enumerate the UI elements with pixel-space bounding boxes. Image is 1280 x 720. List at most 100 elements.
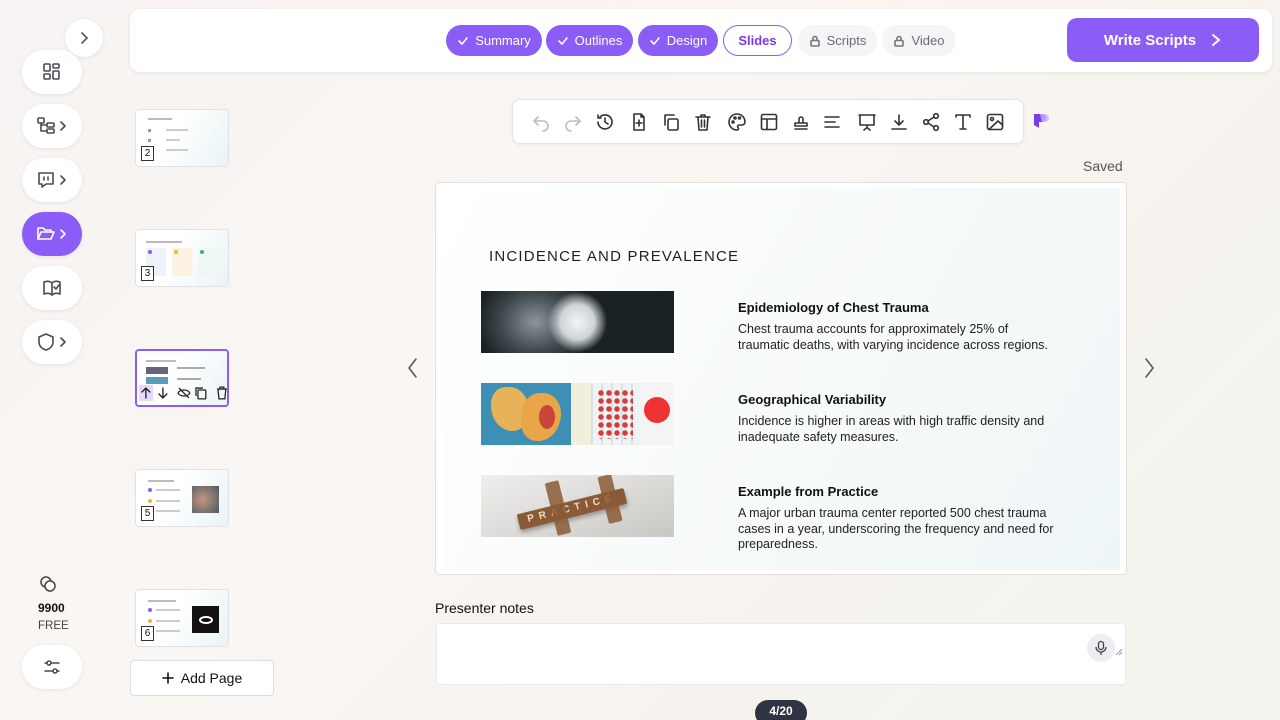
check-icon [458, 36, 468, 45]
step-scripts[interactable]: Scripts [798, 25, 877, 56]
chevron-right-icon [81, 32, 89, 44]
presenter-notes-input[interactable] [436, 623, 1126, 685]
practice-tiles-image[interactable]: PRACTICE [481, 475, 674, 537]
undo-button[interactable] [530, 111, 552, 133]
check-icon [649, 36, 660, 45]
layout-icon [760, 113, 778, 131]
chevron-right-icon [1212, 34, 1221, 46]
align-button[interactable] [821, 111, 843, 133]
chevron-right-icon [60, 175, 66, 185]
move-up-icon[interactable] [139, 385, 153, 401]
page-indicator: 4/20 [755, 700, 807, 720]
brand-logo-icon [1030, 111, 1050, 131]
collapse-sidebar-button[interactable] [65, 19, 103, 57]
rail-settings-button[interactable] [22, 645, 82, 689]
slide-title[interactable]: INCIDENCE AND PREVALENCE [489, 248, 739, 265]
thumbnail-number: 2 [141, 146, 154, 161]
plus-icon [161, 672, 174, 684]
lock-icon [809, 35, 820, 47]
file-plus-icon [633, 113, 645, 131]
slide-thumbnail-4[interactable] [135, 349, 229, 407]
lock-icon [894, 35, 905, 47]
stamp-icon [794, 116, 808, 130]
prev-slide-button[interactable] [405, 356, 421, 380]
align-left-icon [824, 116, 840, 128]
slide-thumbnail-5[interactable]: 5 [135, 469, 229, 527]
step-slides[interactable]: Slides [723, 25, 792, 56]
step-outlines[interactable]: Outlines [546, 25, 633, 56]
chevron-right-icon [1145, 358, 1154, 378]
download-icon [891, 114, 907, 130]
theme-button[interactable] [726, 111, 748, 133]
history-button[interactable] [594, 111, 616, 133]
image-icon [986, 113, 1004, 131]
slide-thumbnail-6[interactable]: 6 [135, 589, 229, 647]
slide-thumbnail-3[interactable]: 3 [135, 229, 229, 287]
book-check-icon [43, 280, 61, 296]
step-design[interactable]: Design [638, 25, 718, 56]
slide-canvas[interactable]: INCIDENCE AND PREVALENCE PRACTICE Epidem… [435, 182, 1127, 575]
chevron-right-icon [60, 229, 66, 239]
share-button[interactable] [920, 111, 942, 133]
trash-icon [695, 114, 711, 131]
redo-icon [565, 116, 581, 132]
chest-xray-image[interactable] [481, 291, 674, 353]
duplicate-icon[interactable] [194, 385, 208, 401]
top-bar: Summary Outlines Design Slides Scripts V… [130, 9, 1272, 72]
step-video[interactable]: Video [882, 25, 956, 56]
rail-shield-button[interactable] [22, 320, 82, 364]
dashboard-icon [43, 63, 60, 80]
thumbnail-number: 5 [141, 506, 154, 521]
item-heading[interactable]: Epidemiology of Chest Trauma [738, 300, 929, 315]
rail-chat-button[interactable] [22, 158, 82, 202]
credits-value: 9900 [38, 601, 65, 615]
resize-handle-icon[interactable] [1115, 648, 1123, 656]
thumbnail-number: 6 [141, 626, 154, 641]
folder-open-icon [37, 227, 55, 240]
write-scripts-button[interactable]: Write Scripts [1067, 18, 1259, 62]
hide-icon[interactable] [176, 385, 192, 401]
share-icon [922, 112, 940, 132]
delete-slide-button[interactable] [692, 111, 714, 133]
item-body[interactable]: Incidence is higher in areas with high t… [738, 414, 1058, 445]
item-heading[interactable]: Example from Practice [738, 484, 878, 499]
voice-input-button[interactable] [1087, 634, 1115, 662]
rail-book-button[interactable] [22, 266, 82, 310]
copy-slide-button[interactable] [660, 111, 682, 133]
history-icon [597, 114, 613, 130]
next-slide-button[interactable] [1141, 356, 1157, 380]
move-down-icon[interactable] [156, 385, 170, 401]
new-slide-button[interactable] [628, 111, 650, 133]
layout-button[interactable] [758, 111, 780, 133]
item-body[interactable]: Chest trauma accounts for approximately … [738, 322, 1058, 353]
microphone-icon [1095, 640, 1107, 655]
plan-label: FREE [38, 620, 69, 632]
palette-icon [728, 113, 746, 131]
download-button[interactable] [888, 111, 910, 133]
step-summary[interactable]: Summary [446, 25, 542, 56]
rail-dashboard-button[interactable] [22, 50, 82, 94]
chat-icon [38, 172, 54, 188]
rail-files-button[interactable] [22, 212, 82, 256]
text-icon [955, 114, 971, 130]
world-map-image[interactable] [481, 383, 674, 445]
item-heading[interactable]: Geographical Variability [738, 392, 886, 407]
shield-icon [38, 333, 54, 351]
chevron-left-icon [408, 358, 417, 378]
item-body[interactable]: A major urban trauma center reported 500… [738, 506, 1058, 553]
text-button[interactable] [952, 111, 974, 133]
stamp-button[interactable] [790, 111, 812, 133]
image-button[interactable] [984, 111, 1006, 133]
coins-icon [40, 576, 56, 592]
copy-icon [664, 114, 679, 131]
rail-outline-button[interactable] [22, 104, 82, 148]
slide-thumbnail-2[interactable]: 2 [135, 109, 229, 167]
delete-icon[interactable] [215, 385, 229, 401]
chevron-right-icon [60, 337, 66, 347]
check-icon [557, 36, 568, 45]
present-button[interactable] [856, 111, 878, 133]
redo-button[interactable] [562, 111, 584, 133]
credits-block: 9900 FREE [30, 574, 78, 632]
add-page-button[interactable]: Add Page [130, 660, 274, 696]
presenter-notes-label: Presenter notes [435, 600, 534, 616]
